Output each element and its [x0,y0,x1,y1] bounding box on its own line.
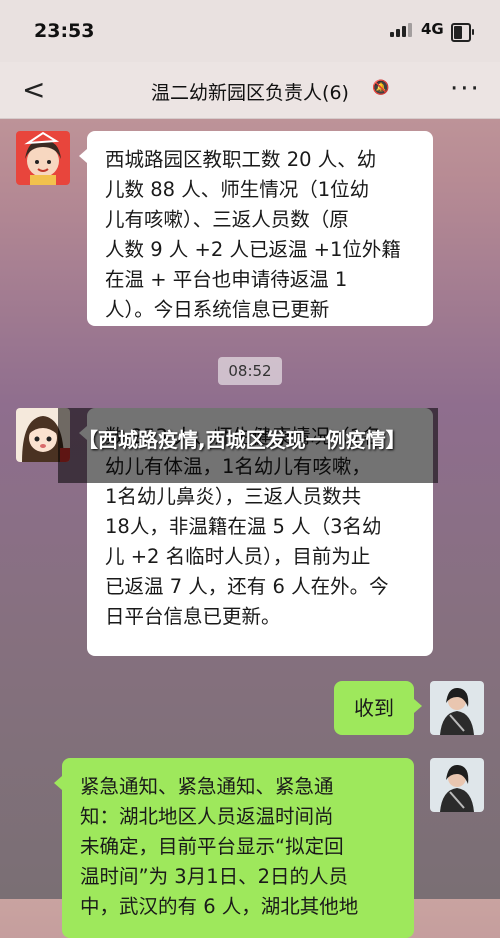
status-time: 23:53 [34,20,95,42]
message-timestamp: 08:52 [218,357,282,385]
mute-icon: 🔕 [372,80,390,96]
message-bubble[interactable]: 西城路园区教职工数 20 人、幼 儿数 88 人、师生情况（1位幼 儿有咳嗽）、… [79,131,433,326]
more-icon[interactable]: ··· [450,74,481,104]
avatar[interactable] [430,758,484,812]
chat-title: 温二幼新园区负责人(6) [151,82,349,104]
avatar[interactable] [430,681,484,735]
status-bar: 23:53 4G [0,0,500,62]
battery-icon [451,23,474,42]
headline-overlay: 【西城路疫情,西城区发现一例疫情】 [58,408,438,483]
headline-text: 【西城路疫情,西城区发现一例疫情】 [78,428,406,452]
network-type: 4G [421,20,444,38]
avatar[interactable] [16,131,70,185]
signal-icon [390,23,414,37]
chat-header: < 温二幼新园区负责人(6) 🔕 ··· [0,62,500,119]
message-bubble[interactable]: 收到 [334,681,422,735]
message-bubble[interactable]: 紧急通知、紧急通知、紧急通 知：湖北地区人员返温时间尚 未确定，目前平台显示“拟… [54,758,414,938]
